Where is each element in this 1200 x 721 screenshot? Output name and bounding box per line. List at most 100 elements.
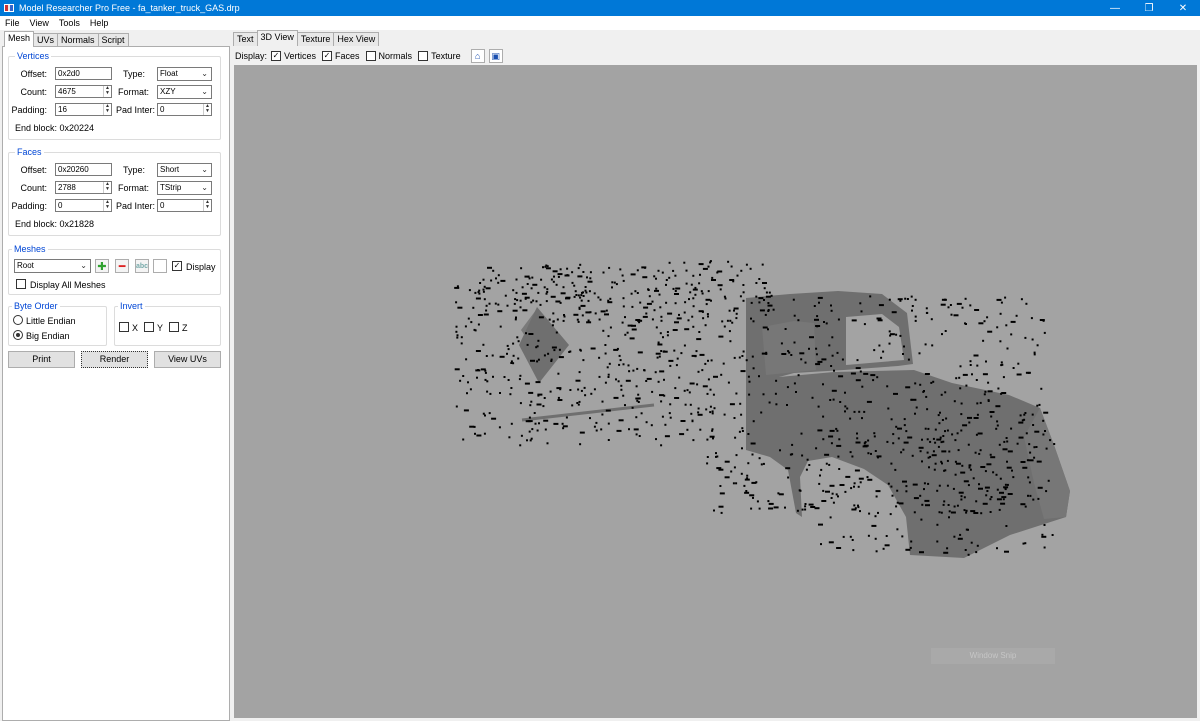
vertex-point (989, 511, 992, 513)
mesh-select[interactable]: Root ⌄ (14, 259, 91, 273)
minimize-button[interactable]: — (1098, 0, 1132, 16)
placard-diamond-face (519, 307, 569, 383)
vertex-point (720, 373, 723, 376)
vertex-point (733, 417, 736, 419)
menu-tools[interactable]: Tools (54, 18, 85, 28)
menu-view[interactable]: View (25, 18, 54, 28)
vertex-point (958, 376, 961, 379)
reset-view-button[interactable]: ⌂ (470, 49, 485, 63)
fit-view-button[interactable]: ▣ (488, 49, 503, 63)
vertex-point (734, 436, 737, 439)
vertex-point (557, 273, 563, 276)
display-all-meshes-checkbox[interactable] (16, 279, 26, 289)
little-endian-radio[interactable] (13, 315, 23, 325)
vertex-point (719, 485, 722, 487)
tab-texture[interactable]: Texture (296, 32, 335, 46)
normals-checkbox[interactable] (365, 51, 376, 61)
display-normals-option[interactable]: Normals (365, 51, 412, 61)
vertex-point (747, 462, 750, 465)
vertex-point (799, 352, 805, 355)
print-button[interactable]: Print (8, 351, 75, 368)
vertex-point (740, 269, 743, 272)
vertex-point (1028, 459, 1034, 462)
rename-mesh-button[interactable]: abc (135, 259, 149, 273)
mesh-display-checkbox[interactable]: ✓ (172, 261, 182, 271)
vertex-point (1006, 483, 1009, 486)
add-mesh-button[interactable]: ✚ (95, 259, 109, 273)
faces-pad-inter-stepper[interactable]: 0 ▲ ▼ (157, 199, 212, 212)
vertices-pad-inter-stepper[interactable]: 0 ▲ ▼ (157, 103, 212, 116)
vertex-point (791, 443, 794, 446)
tab-text[interactable]: Text (233, 32, 258, 46)
spin-arrows-icon[interactable]: ▲ ▼ (103, 104, 111, 115)
vertex-point (877, 319, 883, 322)
vertex-point (947, 504, 950, 506)
spin-arrows-icon[interactable]: ▲ ▼ (103, 86, 111, 97)
close-button[interactable]: ✕ (1166, 0, 1200, 16)
spin-arrows-icon[interactable]: ▲ ▼ (103, 200, 111, 211)
vertex-point (707, 290, 710, 293)
tab-normals[interactable]: Normals (57, 33, 99, 47)
vertex-point (990, 415, 993, 418)
vertex-point (1037, 486, 1043, 489)
vertex-point (562, 319, 565, 322)
tab-3d-view[interactable]: 3D View (256, 30, 298, 46)
vertex-point (711, 279, 716, 281)
vertex-point (895, 505, 898, 508)
restore-button[interactable]: ❐ (1132, 0, 1166, 16)
spin-arrows-icon[interactable]: ▲ ▼ (203, 200, 211, 211)
mesh-color-swatch[interactable] (153, 259, 167, 273)
menu-help[interactable]: Help (85, 18, 114, 28)
vertex-point (548, 318, 551, 321)
vertices-padding-stepper[interactable]: 16 ▲ ▼ (55, 103, 112, 116)
vertices-format-select[interactable]: XZY ⌄ (157, 85, 212, 99)
tab-uvs[interactable]: UVs (33, 33, 59, 47)
view-uvs-button[interactable]: View UVs (154, 351, 221, 368)
invert-y-checkbox[interactable] (144, 322, 154, 332)
menu-file[interactable]: File (0, 18, 25, 28)
faces-padding-label: Padding: (11, 201, 47, 211)
vertex-point (635, 397, 641, 400)
render-button[interactable]: Render (81, 351, 148, 368)
faces-type-select[interactable]: Short ⌄ (157, 163, 212, 177)
vertex-point (735, 312, 738, 315)
vertex-point (713, 375, 718, 378)
faces-padding-stepper[interactable]: 0 ▲ ▼ (55, 199, 112, 212)
invert-x-checkbox[interactable] (119, 322, 129, 332)
spin-arrows-icon[interactable]: ▲ ▼ (203, 104, 211, 115)
invert-z-checkbox[interactable] (169, 322, 179, 332)
invert-y-label: Y (157, 323, 164, 333)
display-vertices-option[interactable]: ✓ Vertices (271, 51, 316, 61)
vertex-point (577, 403, 580, 406)
vertex-point (525, 332, 527, 335)
tab-script[interactable]: Script (97, 33, 129, 47)
vertex-point (787, 476, 790, 479)
vertex-point (796, 509, 799, 512)
remove-mesh-button[interactable]: ━ (115, 259, 129, 273)
vertex-point (535, 381, 541, 384)
faces-checkbox[interactable]: ✓ (322, 51, 333, 61)
faces-format-select[interactable]: TStrip ⌄ (157, 181, 212, 195)
vertex-point (722, 362, 725, 365)
vertex-point (960, 498, 963, 501)
vertex-point (1028, 481, 1031, 484)
faces-count-stepper[interactable]: 2788 ▲ ▼ (55, 181, 112, 194)
vertices-offset-field[interactable]: 0x2d0 (55, 67, 112, 80)
display-texture-option[interactable]: Texture (418, 51, 461, 61)
vertices-type-select[interactable]: Float ⌄ (157, 67, 212, 81)
faces-offset-field[interactable]: 0x20260 (55, 163, 112, 176)
3d-viewport[interactable]: Window Snip (234, 65, 1197, 718)
vertex-point (705, 408, 708, 411)
tab-hex-view[interactable]: Hex View (333, 32, 380, 46)
vertex-point (985, 360, 987, 363)
big-endian-radio[interactable] (13, 330, 23, 340)
vertex-point (893, 392, 898, 395)
texture-checkbox[interactable] (418, 51, 429, 61)
vertex-point (739, 402, 742, 405)
spin-arrows-icon[interactable]: ▲ ▼ (103, 182, 111, 193)
vertex-point (877, 511, 879, 514)
vertices-count-stepper[interactable]: 4675 ▲ ▼ (55, 85, 112, 98)
vertices-checkbox[interactable]: ✓ (271, 51, 282, 61)
display-faces-option[interactable]: ✓ Faces (322, 51, 360, 61)
tab-mesh[interactable]: Mesh (4, 31, 35, 47)
